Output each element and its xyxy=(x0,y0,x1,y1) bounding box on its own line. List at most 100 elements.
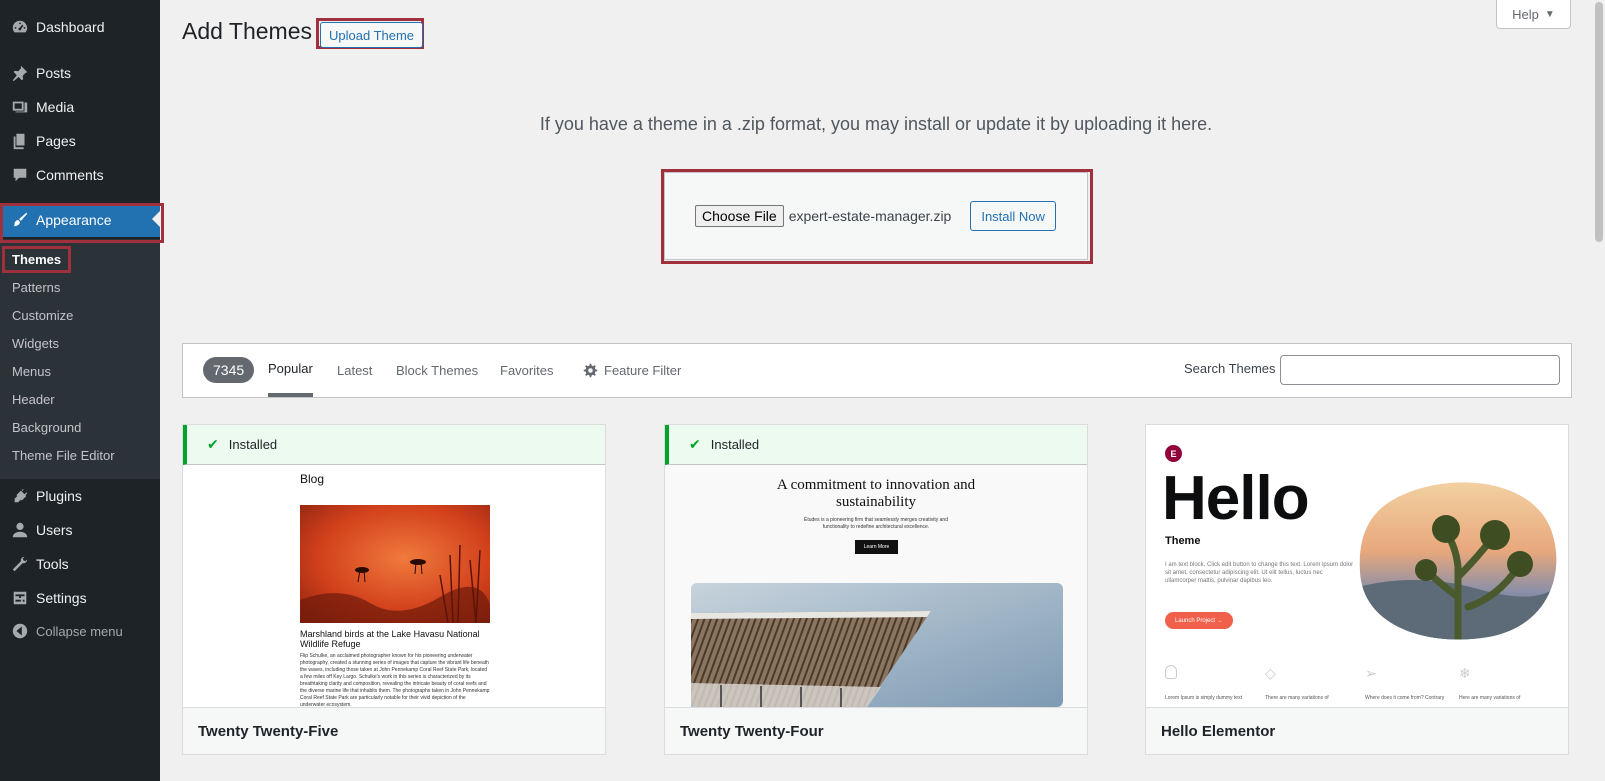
upload-form: Choose File expert-estate-manager.zip In… xyxy=(664,172,1088,260)
sidebar-item-users[interactable]: Users xyxy=(0,513,160,547)
sidebar-item-label: Dashboard xyxy=(36,19,105,35)
admin-sidebar: Dashboard Posts Media Pages Comments App… xyxy=(0,0,160,781)
sidebar-item-plugins[interactable]: Plugins xyxy=(0,479,160,513)
theme-name: Hello Elementor xyxy=(1146,707,1568,754)
submenu-item-patterns[interactable]: Patterns xyxy=(12,280,60,295)
search-themes-label: Search Themes xyxy=(1184,361,1276,376)
preview-body: Études is a pioneering firm that seamles… xyxy=(804,517,948,530)
tab-popular[interactable]: Popular xyxy=(268,344,313,397)
checkmark-icon: ✔ xyxy=(207,436,219,452)
theme-name: Twenty Twenty-Five xyxy=(183,707,605,754)
preview-learn-more-button: Learn More xyxy=(855,540,898,554)
feature-filter-label: Feature Filter xyxy=(604,363,682,378)
snowflake-icon: ❄ xyxy=(1459,665,1471,681)
preview-feature-1: Lorem Ipsum is simply dummy text xyxy=(1165,695,1242,701)
sidebar-item-label: Media xyxy=(36,99,75,115)
preview-feature-4: Here are many variations of xyxy=(1459,695,1521,701)
sidebar-item-label: Tools xyxy=(36,556,69,572)
theme-screenshot[interactable]: A commitment to innovation and sustainab… xyxy=(665,425,1087,707)
tab-block-themes[interactable]: Block Themes xyxy=(396,344,478,397)
scrollbar-thumb[interactable] xyxy=(1595,2,1603,242)
caret-down-icon: ▼ xyxy=(1544,8,1555,20)
search-themes-input[interactable] xyxy=(1280,355,1560,385)
pushpin-icon xyxy=(10,64,30,82)
submenu-item-widgets[interactable]: Widgets xyxy=(12,336,59,351)
comment-icon xyxy=(10,166,30,184)
submenu-item-background[interactable]: Background xyxy=(12,420,81,435)
user-icon xyxy=(10,521,30,539)
submenu-item-header[interactable]: Header xyxy=(12,392,55,407)
sidebar-item-comments[interactable]: Comments xyxy=(0,158,160,192)
tab-favorites[interactable]: Favorites xyxy=(500,344,553,397)
theme-count-badge: 7345 xyxy=(203,357,255,383)
preview-feature-2: There are many variations of xyxy=(1265,695,1329,701)
highlight-appearance xyxy=(0,203,164,243)
theme-card-twenty-twenty-four[interactable]: ✔ Installed A commitment to innovation a… xyxy=(664,424,1088,755)
collapse-menu-button[interactable]: Collapse menu xyxy=(0,614,160,648)
theme-card-hello-elementor[interactable]: E Hello Theme I am text block. Click edi… xyxy=(1145,424,1569,755)
plug-icon xyxy=(10,487,30,505)
collapse-arrow-icon xyxy=(10,622,30,640)
sidebar-item-label: Users xyxy=(36,522,73,538)
collapse-menu-label: Collapse menu xyxy=(36,623,123,639)
preview-feature-3: Where does it come from? Contrary xyxy=(1365,695,1445,701)
checkmark-icon: ✔ xyxy=(689,436,701,452)
page-title: Add Themes xyxy=(182,18,312,44)
help-button[interactable]: Help ▼ xyxy=(1496,0,1571,29)
gear-icon xyxy=(583,363,598,378)
preview-launch-button: Launch Project → xyxy=(1165,612,1233,629)
preview-heading: A commitment to innovation and sustainab… xyxy=(776,477,976,510)
highlight-themes xyxy=(2,246,71,273)
preview-heading: Blog xyxy=(300,472,325,486)
page-scrollbar[interactable] xyxy=(1593,0,1605,781)
preview-caption: Marshland birds at the Lake Havasu Natio… xyxy=(300,629,480,649)
tab-latest[interactable]: Latest xyxy=(337,344,372,397)
preview-body: Flip Schulke, an acclaimed photographer … xyxy=(300,653,490,707)
sidebar-item-label: Settings xyxy=(36,590,87,606)
theme-name: Twenty Twenty-Four xyxy=(665,707,1087,754)
preview-body: I am text block. Click edit button to ch… xyxy=(1165,562,1354,584)
submenu-item-theme-file-editor[interactable]: Theme File Editor xyxy=(12,448,115,463)
sidebar-item-pages[interactable]: Pages xyxy=(0,124,160,158)
lightbulb-icon xyxy=(1165,665,1177,679)
selected-file-name: expert-estate-manager.zip xyxy=(788,208,952,224)
upload-description: If you have a theme in a .zip format, yo… xyxy=(539,114,1213,134)
sidebar-item-posts[interactable]: Posts xyxy=(0,56,160,90)
preview-heading: Hello xyxy=(1162,464,1310,533)
installed-notice: ✔ Installed xyxy=(183,425,605,465)
sidebar-item-tools[interactable]: Tools xyxy=(0,547,160,581)
sidebar-item-dashboard[interactable]: Dashboard xyxy=(0,10,160,44)
sidebar-item-label: Comments xyxy=(36,167,104,183)
submenu-item-menus[interactable]: Menus xyxy=(12,364,51,379)
preview-photo-birds xyxy=(300,505,490,623)
diamond-icon: ◇ xyxy=(1265,665,1276,681)
media-icon xyxy=(10,98,30,116)
theme-filter-bar: 7345 Popular Latest Block Themes Favorit… xyxy=(182,343,1572,398)
choose-file-button[interactable]: Choose File xyxy=(695,205,784,227)
elementor-logo: E xyxy=(1165,445,1182,462)
theme-screenshot[interactable]: E Hello Theme I am text block. Click edi… xyxy=(1146,425,1568,707)
install-now-button[interactable]: Install Now xyxy=(970,201,1056,231)
submenu-item-customize[interactable]: Customize xyxy=(12,308,73,323)
installed-notice: ✔ Installed xyxy=(665,425,1087,465)
sidebar-item-label: Pages xyxy=(36,133,76,149)
feature-filter-button[interactable]: Feature Filter xyxy=(583,344,681,397)
preview-photo-cactus xyxy=(1359,482,1557,640)
theme-screenshot[interactable]: Blog Marshland birds at the Lake Havasu … xyxy=(183,425,605,707)
sidebar-item-settings[interactable]: Settings xyxy=(0,581,160,615)
preview-subheading: Theme xyxy=(1165,535,1201,547)
sidebar-item-media[interactable]: Media xyxy=(0,90,160,124)
help-label: Help xyxy=(1512,6,1539,22)
upload-theme-button[interactable]: Upload Theme xyxy=(320,22,424,48)
settings-icon xyxy=(10,589,30,607)
sidebar-item-label: Plugins xyxy=(36,488,82,504)
appearance-submenu: Themes Patterns Customize Widgets Menus … xyxy=(0,239,160,479)
sidebar-item-label: Posts xyxy=(36,65,72,81)
paper-plane-icon: ➢ xyxy=(1365,665,1377,681)
theme-card-twenty-twenty-five[interactable]: ✔ Installed Blog Marshland birds at the … xyxy=(182,424,606,755)
dashboard-icon xyxy=(10,18,30,36)
wrench-icon xyxy=(10,555,30,573)
preview-photo-architecture xyxy=(691,583,1063,707)
installed-label: Installed xyxy=(228,437,278,452)
installed-label: Installed xyxy=(710,437,760,452)
